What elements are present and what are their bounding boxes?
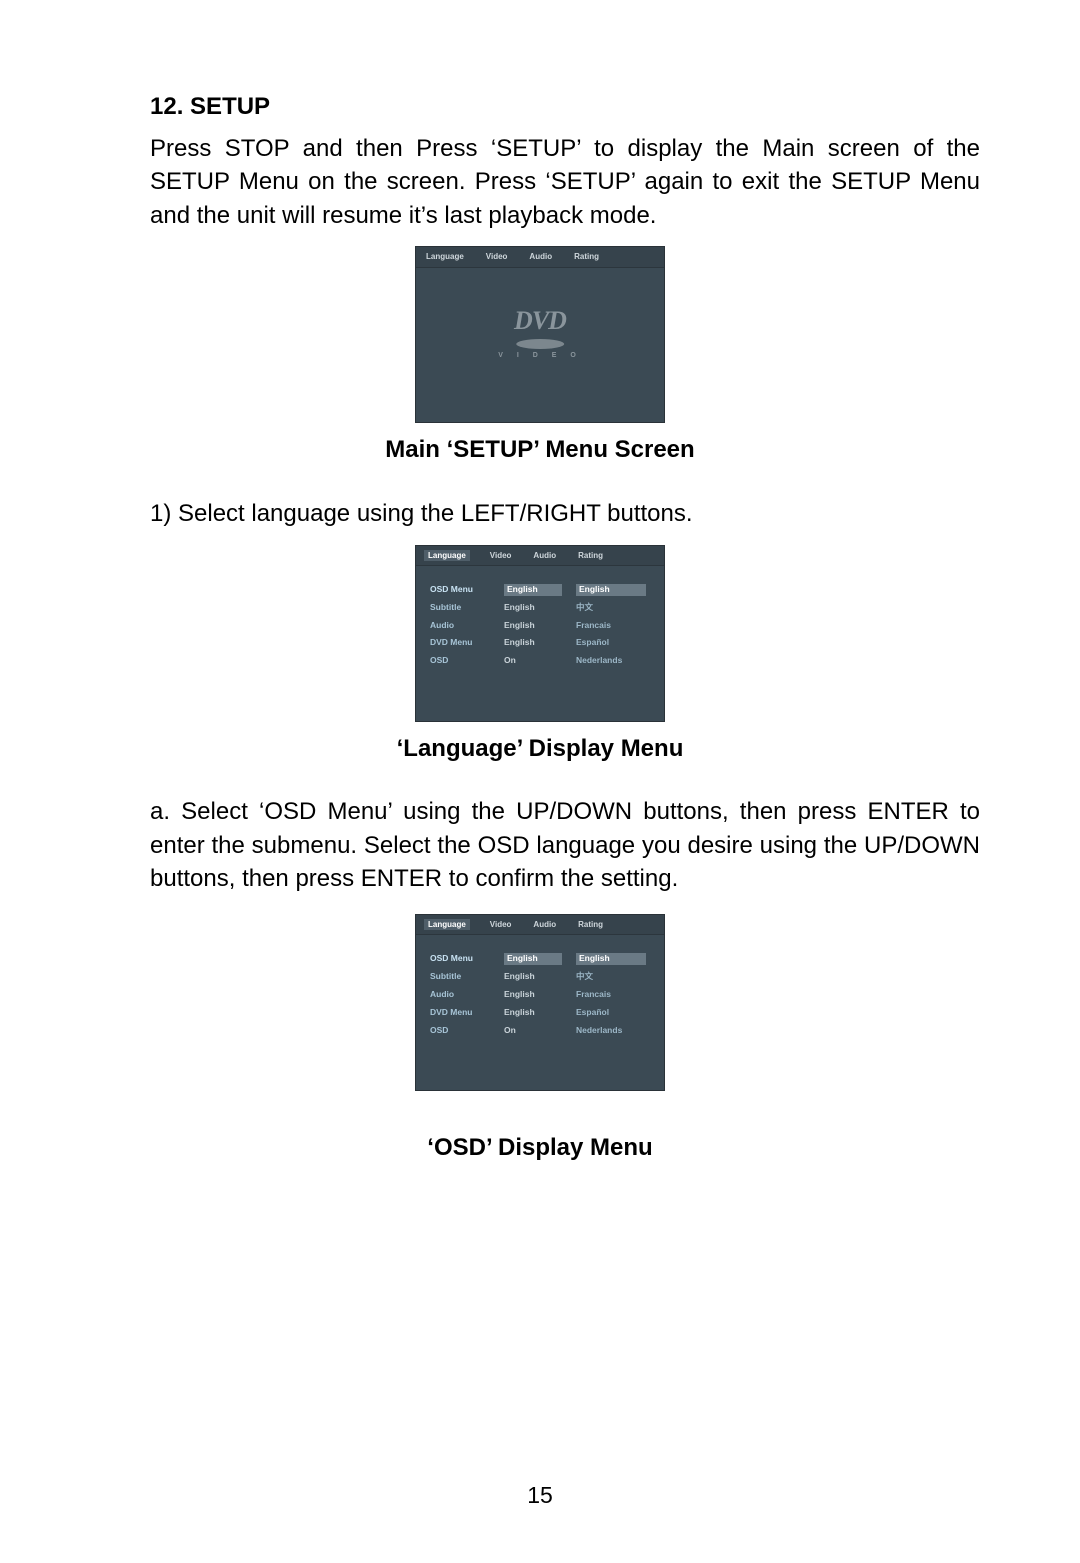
menu-item: Audio [430,989,490,1001]
menu-option: Español [576,637,646,649]
menu-value: On [504,655,562,667]
dvd-disc-icon [516,339,564,349]
tab-language: Language [424,251,466,262]
step-1: 1) Select language using the LEFT/RIGHT … [150,497,980,531]
menu-item: Subtitle [430,602,490,614]
menu-item: Audio [430,620,490,632]
menu-value: English [504,637,562,649]
screenshot-language-menu: Language Video Audio Rating OSD Menu Sub… [415,545,665,722]
menu-option: 中文 [576,602,646,614]
menu-option: Francais [576,620,646,632]
menu-option: Nederlands [576,655,646,667]
menu-col-values: English English English English On [504,584,562,667]
menu-option: Español [576,1007,646,1019]
menu-col-items: OSD Menu Subtitle Audio DVD Menu OSD [430,584,490,667]
caption-language-menu: ‘Language’ Display Menu [100,732,980,766]
dvd-logo-text: DVD [498,303,582,339]
tab-video: Video [488,550,514,561]
tab-language: Language [424,550,470,561]
intro-paragraph: Press STOP and then Press ‘SETUP’ to dis… [150,132,980,233]
section-title: SETUP [190,93,270,120]
menu-col-items: OSD Menu Subtitle Audio DVD Menu OSD [430,953,490,1036]
menu-value: English [504,1007,562,1019]
menu-value: On [504,1025,562,1037]
tab-bar: Language Video Audio Rating [416,915,664,935]
dvd-logo-sub: V I D E O [498,351,582,361]
menu-option: English [576,584,646,596]
screenshot-osd-menu: Language Video Audio Rating OSD Menu Sub… [415,914,665,1091]
page-number: 15 [527,1479,553,1511]
tab-language: Language [424,919,470,930]
tab-rating: Rating [576,550,605,561]
menu-value: English [504,971,562,983]
menu-option: Francais [576,989,646,1001]
section-heading: 12. SETUP [150,90,980,124]
tab-bar: Language Video Audio Rating [416,247,664,267]
menu-option: 中文 [576,971,646,983]
menu-item: DVD Menu [430,637,490,649]
menu-value: English [504,602,562,614]
menu-item: OSD [430,1025,490,1037]
tab-video: Video [488,919,514,930]
caption-osd-menu: ‘OSD’ Display Menu [100,1131,980,1165]
menu-col-options: English 中文 Francais Español Nederlands [576,584,646,667]
menu-option: English [576,953,646,965]
tab-audio: Audio [531,550,558,561]
menu-item: OSD Menu [430,953,490,965]
menu-value: English [504,989,562,1001]
tab-rating: Rating [576,919,605,930]
menu-value: English [504,584,562,596]
menu-option: Nederlands [576,1025,646,1037]
menu-item: OSD Menu [430,584,490,596]
menu-item: Subtitle [430,971,490,983]
caption-main-setup: Main ‘SETUP’ Menu Screen [100,433,980,467]
tab-audio: Audio [531,919,558,930]
tab-bar: Language Video Audio Rating [416,546,664,566]
screenshot-main-setup: Language Video Audio Rating DVD V I D E … [415,246,665,423]
tab-video: Video [484,251,510,262]
menu-col-options: English 中文 Francais Español Nederlands [576,953,646,1036]
menu-value: English [504,620,562,632]
menu-item: OSD [430,655,490,667]
menu-value: English [504,953,562,965]
menu-col-values: English English English English On [504,953,562,1036]
section-number: 12. [150,93,183,120]
osd-paragraph: a. Select ‘OSD Menu’ using the UP/DOWN b… [150,795,980,896]
menu-grid: OSD Menu Subtitle Audio DVD Menu OSD Eng… [416,566,664,677]
tab-audio: Audio [527,251,554,262]
menu-grid: OSD Menu Subtitle Audio DVD Menu OSD Eng… [416,935,664,1046]
dvd-logo: DVD V I D E O [498,303,582,361]
tab-rating: Rating [572,251,601,262]
menu-item: DVD Menu [430,1007,490,1019]
